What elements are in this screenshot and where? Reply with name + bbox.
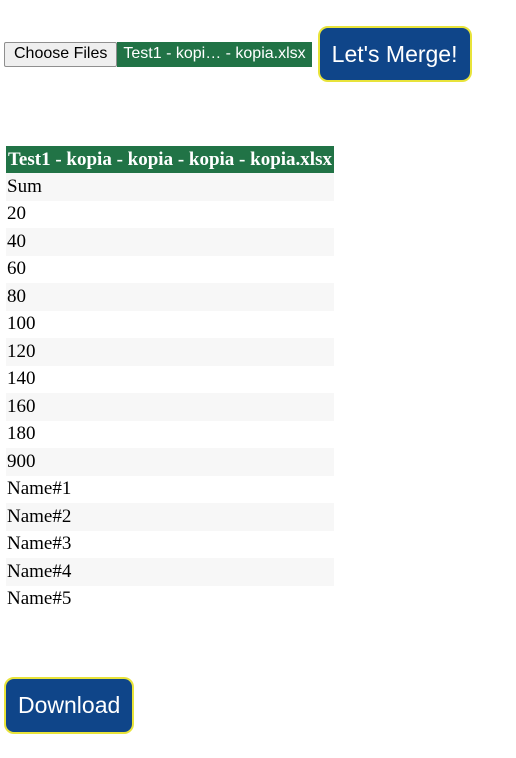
table-row: Sum bbox=[6, 173, 334, 201]
table-row: 60 bbox=[6, 255, 334, 283]
table-cell: 900 bbox=[6, 448, 334, 476]
table-row: 900 bbox=[6, 448, 334, 476]
table-row: 20 bbox=[6, 200, 334, 228]
table-row: Name#3 bbox=[6, 530, 334, 558]
table-cell: 120 bbox=[6, 338, 334, 366]
upload-row: Choose Files Test1 - kopi… - kopia.xlsx … bbox=[4, 26, 472, 82]
table-header-row: Test1 - kopia - kopia - kopia - kopia.xl… bbox=[6, 146, 334, 173]
table-cell: Name#3 bbox=[6, 530, 334, 558]
table-cell: 100 bbox=[6, 310, 334, 338]
choose-files-button[interactable]: Choose Files bbox=[4, 41, 118, 67]
selected-file-name: Test1 - kopi… - kopia.xlsx bbox=[117, 41, 312, 67]
table-cell: 20 bbox=[6, 200, 334, 228]
table-cell: Name#5 bbox=[6, 585, 334, 613]
table-row: Name#2 bbox=[6, 503, 334, 531]
table-cell: 180 bbox=[6, 420, 334, 448]
table-cell: 60 bbox=[6, 255, 334, 283]
table-row: 100 bbox=[6, 310, 334, 338]
table-row: 160 bbox=[6, 393, 334, 421]
table-cell: 40 bbox=[6, 228, 334, 256]
table-row: 40 bbox=[6, 228, 334, 256]
table-row: 180 bbox=[6, 420, 334, 448]
table-cell: Sum bbox=[6, 173, 334, 201]
table-cell: 140 bbox=[6, 365, 334, 393]
table-cell: 80 bbox=[6, 283, 334, 311]
download-button[interactable]: Download bbox=[4, 677, 135, 734]
merge-button[interactable]: Let's Merge! bbox=[317, 26, 472, 82]
table-row: 140 bbox=[6, 365, 334, 393]
table-header: Test1 - kopia - kopia - kopia - kopia.xl… bbox=[6, 146, 334, 173]
table-cell: Name#1 bbox=[6, 475, 334, 503]
data-table: Test1 - kopia - kopia - kopia - kopia.xl… bbox=[6, 146, 334, 613]
table-cell: Name#4 bbox=[6, 558, 334, 586]
table-row: Name#4 bbox=[6, 558, 334, 586]
table-row: 120 bbox=[6, 338, 334, 366]
table-row: 80 bbox=[6, 283, 334, 311]
table-row: Name#1 bbox=[6, 475, 334, 503]
table-row: Name#5 bbox=[6, 585, 334, 613]
table-cell: 160 bbox=[6, 393, 334, 421]
table-cell: Name#2 bbox=[6, 503, 334, 531]
